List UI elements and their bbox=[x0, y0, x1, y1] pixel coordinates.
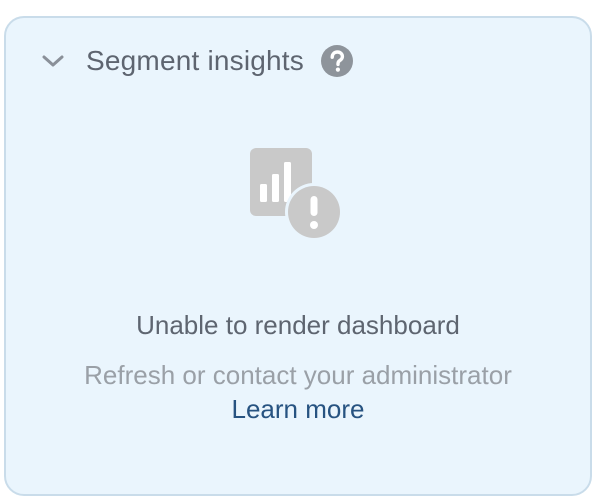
empty-state-message: Refresh or contact your administrator bbox=[84, 360, 512, 390]
panel-title: Segment insights bbox=[86, 45, 304, 76]
learn-more-link[interactable]: Learn more bbox=[6, 394, 590, 425]
help-icon[interactable] bbox=[320, 44, 354, 78]
panel-header[interactable]: Segment insights bbox=[40, 42, 354, 80]
chevron-down-icon[interactable] bbox=[40, 48, 66, 74]
empty-state-heading: Unable to render dashboard bbox=[136, 310, 460, 340]
chart-error-icon bbox=[248, 146, 343, 242]
segment-insights-panel: Segment insights Unable to render dashbo… bbox=[4, 16, 592, 496]
